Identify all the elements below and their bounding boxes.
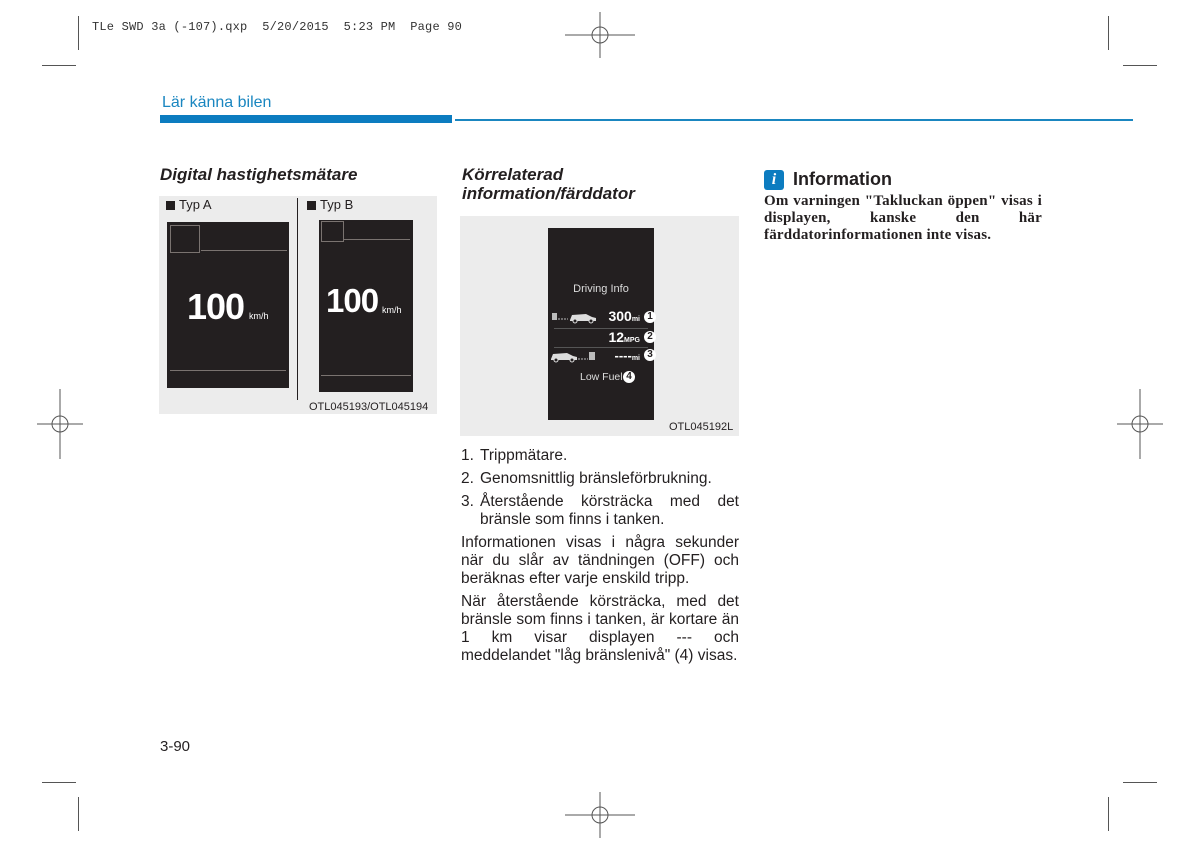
crop-mark bbox=[42, 782, 76, 783]
marker-2: 2 bbox=[644, 331, 656, 343]
figure-code: OTL045193/OTL045194 bbox=[309, 401, 429, 413]
crop-mark bbox=[78, 797, 79, 831]
marker-1: 1 bbox=[644, 311, 656, 323]
list-item: 1. Trippmätare. bbox=[461, 447, 739, 465]
crop-mark bbox=[1108, 797, 1109, 831]
type-b-label: Typ B bbox=[307, 197, 353, 212]
crop-mark bbox=[42, 65, 76, 66]
fuel-to-car-icon bbox=[552, 313, 596, 324]
list-item: 3. Återstående körsträcka med det bränsle… bbox=[461, 493, 739, 529]
page-number: 3-90 bbox=[160, 738, 191, 755]
list-text: Genomsnittlig bränsleförbrukning. bbox=[480, 470, 712, 487]
info-body: Om varningen "Takluckan öppen" visas i d… bbox=[764, 193, 1042, 243]
speed-value: 100 bbox=[187, 286, 245, 327]
type-a-label: Typ A bbox=[166, 197, 212, 212]
crop-mark bbox=[78, 16, 79, 50]
marker-4: 4 bbox=[623, 371, 635, 383]
display-title: Driving Info bbox=[573, 283, 629, 295]
speed-unit: km/h bbox=[249, 311, 269, 321]
paragraph: Informationen visas i några sekunder när… bbox=[461, 534, 739, 587]
display-type-b: 100 km/h bbox=[319, 220, 413, 392]
unit: mi bbox=[631, 316, 640, 323]
numbered-list: 1. Trippmätare. 2. Genomsnittlig bränslefö… bbox=[461, 447, 739, 665]
info-box: i Information Om varningen "Takluckan öp… bbox=[764, 169, 1042, 244]
list-text: Trippmätare. bbox=[480, 447, 568, 464]
list-text: Återstående körsträcka med det bränsle s… bbox=[480, 493, 739, 528]
driving-info-figure: Driving Info 300mi 1 12MPG 2 ----mi 3 Lo… bbox=[460, 216, 739, 436]
heading-line-2: information/färddator bbox=[462, 184, 635, 203]
crop-mark bbox=[1108, 16, 1109, 50]
display-type-a: 100 km/h bbox=[167, 222, 289, 388]
registration-mark-icon bbox=[37, 389, 83, 459]
marker-3: 3 bbox=[644, 349, 656, 361]
figure-code: OTL045192L bbox=[669, 421, 734, 433]
header-rule-thin bbox=[455, 119, 1133, 121]
value: 300 bbox=[608, 308, 632, 324]
header-rule-thick bbox=[160, 115, 452, 123]
registration-mark-icon bbox=[1117, 389, 1163, 459]
crop-mark bbox=[1123, 782, 1157, 783]
trip-distance-value: 300mi bbox=[608, 308, 640, 324]
value: ---- bbox=[614, 348, 632, 363]
unit: mi bbox=[631, 355, 640, 362]
low-fuel-warning: Low Fuel bbox=[580, 371, 623, 383]
info-icon: i bbox=[764, 169, 784, 190]
figure-divider bbox=[297, 198, 298, 400]
divider-line bbox=[201, 250, 287, 251]
type-b-text: Typ B bbox=[320, 197, 354, 212]
divider-line bbox=[344, 239, 410, 240]
indicator-box bbox=[321, 221, 344, 242]
speedometer-figure: Typ A 100 km/h Typ B 100 km/h OTL045193/… bbox=[159, 196, 437, 414]
section-header: Lär känna bilen bbox=[162, 94, 272, 111]
type-a-text: Typ A bbox=[179, 197, 212, 212]
heading-digital-speedometer: Digital hastighetsmätare bbox=[160, 165, 358, 184]
bullet-square-icon bbox=[307, 201, 316, 210]
unit: MPG bbox=[624, 337, 640, 344]
info-header: i Information bbox=[764, 169, 1042, 190]
list-num: 3. bbox=[461, 493, 474, 510]
speed-value: 100 bbox=[326, 282, 379, 319]
divider-line bbox=[321, 375, 411, 376]
paragraph: När återstående körsträcka, med det brän… bbox=[461, 593, 739, 664]
value: 12 bbox=[608, 329, 625, 345]
bullet-square-icon bbox=[166, 201, 175, 210]
list-num: 2. bbox=[461, 470, 474, 487]
heading-driving-info: Körrelaterad information/färddator bbox=[462, 165, 635, 203]
range-value: ----mi bbox=[615, 348, 641, 363]
avg-fuel-value: 12MPG bbox=[608, 329, 640, 345]
crop-mark bbox=[1123, 65, 1157, 66]
registration-mark-icon bbox=[565, 792, 635, 838]
divider-line bbox=[170, 370, 286, 371]
indicator-box bbox=[170, 225, 200, 253]
speed-unit: km/h bbox=[382, 305, 402, 315]
info-title: Information bbox=[793, 169, 892, 189]
trip-computer-display: Driving Info 300mi 1 12MPG 2 ----mi 3 Lo… bbox=[548, 228, 656, 420]
list-num: 1. bbox=[461, 447, 474, 464]
car-to-fuel-icon bbox=[551, 352, 595, 363]
heading-line-1: Körrelaterad bbox=[462, 165, 564, 184]
print-slug: TLe SWD 3a (-107).qxp 5/20/2015 5:23 PM … bbox=[92, 20, 463, 34]
registration-mark-icon bbox=[565, 12, 635, 58]
list-item: 2. Genomsnittlig bränsleförbrukning. bbox=[461, 470, 739, 488]
